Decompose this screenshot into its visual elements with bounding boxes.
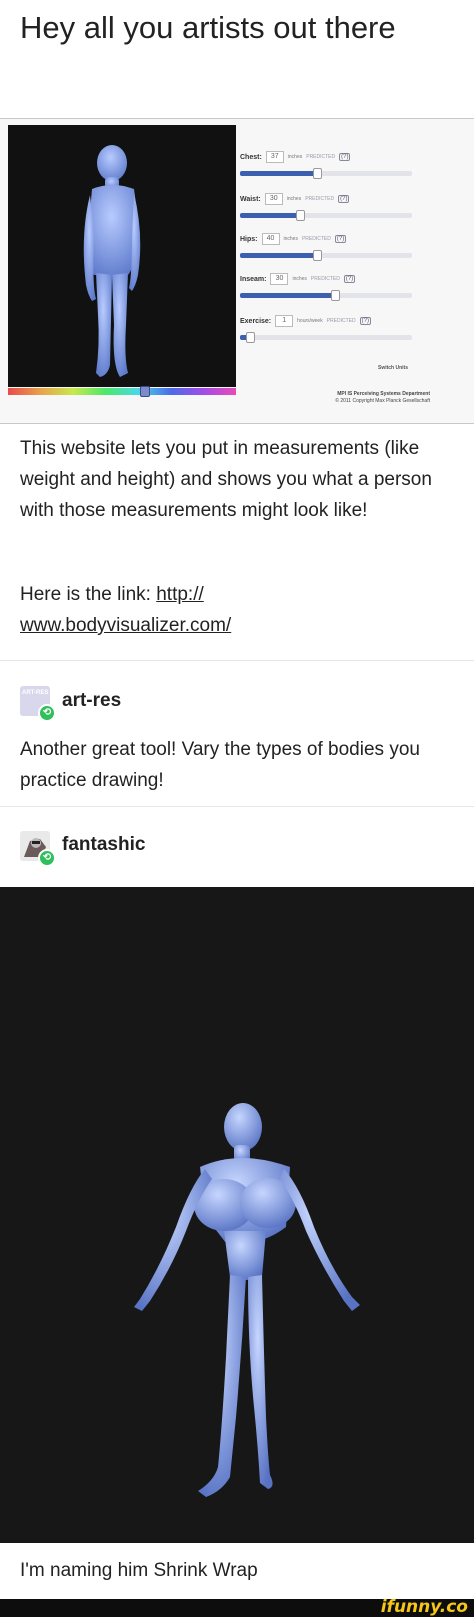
measurement-unit: inches — [287, 154, 303, 160]
predicted-label: PREDICTED — [326, 318, 356, 324]
measurement-label: Waist: — [240, 195, 261, 203]
measurement-unit: hours/week — [297, 318, 323, 324]
measurement-input[interactable]: 30 — [264, 193, 283, 205]
avatar-text: ART-RES — [22, 690, 49, 696]
measurement-unit: inches — [283, 236, 298, 242]
post-body: This website lets you put in measurement… — [20, 438, 432, 521]
reblog-icon: ⟲ — [38, 704, 56, 722]
measurement-hips: Hips: 40 inches PREDICTED (?) — [240, 231, 430, 271]
switch-units-link[interactable]: Switch Units — [378, 365, 408, 371]
measurement-slider[interactable] — [240, 290, 412, 301]
divider — [0, 660, 474, 661]
measurement-inseam: Inseam: 30 inches PREDICTED (?) — [240, 271, 430, 311]
embedded-screenshot: Chest: 37 inches PREDICTED (?) Waist: 30… — [0, 118, 474, 424]
color-bar-thumb[interactable] — [139, 386, 150, 397]
body-figure-large — [134, 1103, 360, 1497]
help-icon[interactable]: (?) — [339, 153, 351, 161]
post-title: Hey all you artists out there — [20, 10, 396, 45]
body-viewer — [8, 125, 236, 387]
link-prefix: Here is the link: — [20, 584, 157, 605]
measurement-input[interactable]: 40 — [261, 233, 280, 245]
credit-department: MPI IS Perceiving Systems Department — [337, 391, 430, 397]
measurement-waist: Waist: 30 inches PREDICTED (?) — [240, 191, 430, 231]
comment-text: Another great tool! Vary the types of bo… — [20, 739, 420, 791]
reblog-icon: ⟲ — [38, 849, 56, 867]
slider-knob[interactable] — [246, 332, 256, 343]
username[interactable]: art-res — [62, 690, 121, 712]
predicted-label: PREDICTED — [305, 196, 335, 202]
measurement-label: Chest: — [240, 153, 262, 161]
measurement-input[interactable]: 30 — [270, 273, 289, 285]
help-icon[interactable]: (?) — [359, 317, 371, 325]
slider-knob[interactable] — [313, 250, 323, 261]
measurement-unit: inches — [292, 276, 307, 282]
measurement-slider[interactable] — [240, 168, 412, 179]
slider-knob[interactable] — [313, 168, 323, 179]
measurement-label: Exercise: — [240, 317, 272, 325]
measurement-input[interactable]: 1 — [275, 315, 294, 327]
measurement-input[interactable]: 37 — [265, 151, 284, 163]
color-bar[interactable] — [8, 388, 236, 395]
help-icon[interactable]: (?) — [338, 195, 350, 203]
credit: MPI IS Perceiving Systems Department © 2… — [300, 391, 430, 405]
image-caption: I'm naming him Shrink Wrap — [20, 1560, 258, 1581]
predicted-label: PREDICTED — [306, 154, 336, 160]
predicted-label: PREDICTED — [310, 276, 340, 282]
measurement-exercise: Exercise: 1 hours/week PREDICTED (?) — [240, 313, 430, 353]
shrink-wrap-image — [0, 887, 474, 1543]
measurement-slider[interactable] — [240, 332, 412, 343]
measurement-label: Hips: — [240, 235, 258, 243]
username[interactable]: fantashic — [62, 834, 145, 856]
footer-bar: ifunny.co — [0, 1597, 474, 1617]
measurement-unit: inches — [286, 196, 302, 202]
credit-copyright: © 2011 Copyright Max Planck Gesellschaft — [335, 398, 430, 404]
help-icon[interactable]: (?) — [343, 275, 356, 283]
measurement-chest: Chest: 37 inches PREDICTED (?) — [240, 149, 430, 189]
slider-knob[interactable] — [330, 290, 340, 301]
divider — [0, 806, 474, 807]
post-link-line: Here is the link: http:// www.bodyvisual… — [20, 579, 450, 641]
ifunny-watermark: ifunny.co — [380, 1597, 468, 1617]
body-figure-small — [83, 145, 141, 377]
measurement-slider[interactable] — [240, 250, 412, 261]
measurement-slider[interactable] — [240, 210, 412, 221]
slider-knob[interactable] — [296, 210, 306, 221]
measurement-label: Inseam: — [240, 275, 267, 283]
predicted-label: PREDICTED — [301, 236, 331, 242]
help-icon[interactable]: (?) — [334, 235, 347, 243]
